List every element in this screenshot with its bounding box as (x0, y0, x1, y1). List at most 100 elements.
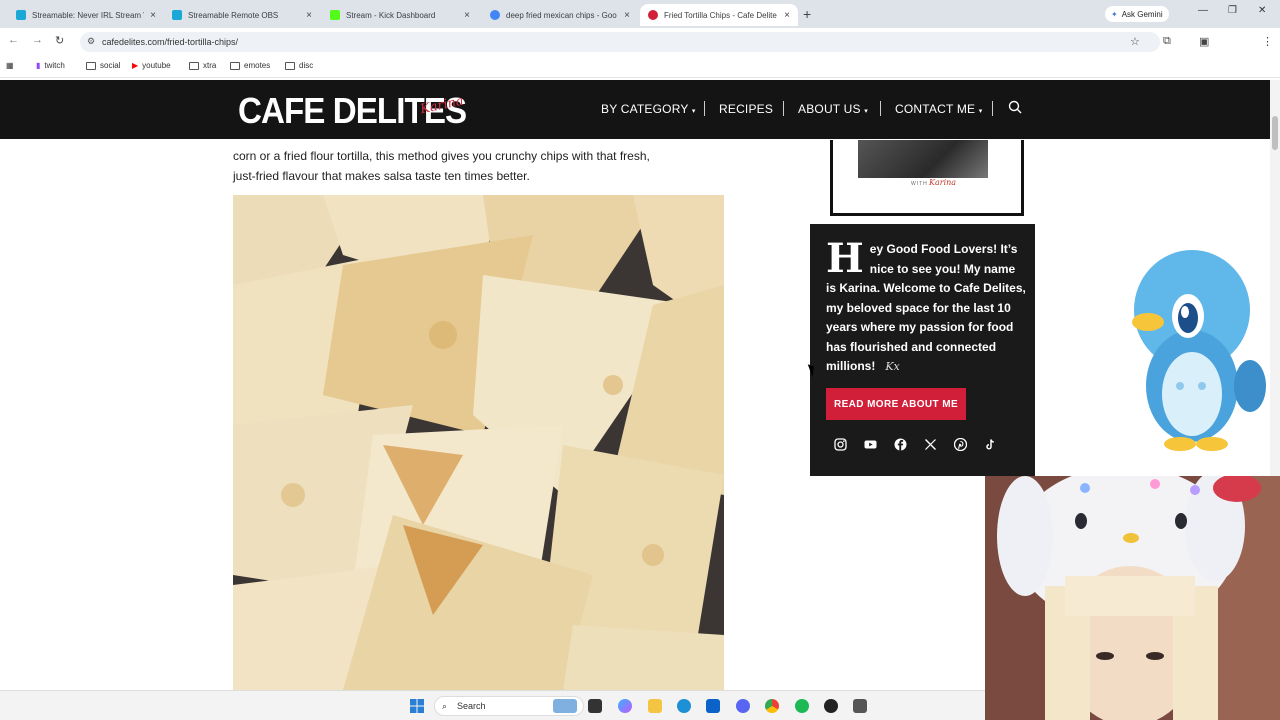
read-more-about-me-button[interactable]: READ MORE ABOUT ME (826, 388, 966, 420)
windows-start-icon[interactable] (410, 699, 424, 713)
chevron-down-icon: ▾ (864, 108, 868, 115)
chrome-icon[interactable] (765, 699, 779, 713)
bookmark-star-icon[interactable]: ☆ (1130, 35, 1140, 48)
search-icon[interactable] (1008, 100, 1022, 114)
nav-label: ABOUT US (798, 102, 861, 116)
instagram-icon[interactable] (834, 438, 847, 451)
nav-divider (783, 101, 784, 116)
chevron-down-icon: ▾ (691, 108, 696, 115)
bookmark-youtube[interactable]: ▶ youtube (132, 61, 171, 70)
address-toolbar: ← → ↻ ⚙ cafedelites.com/fried-tortilla-c… (0, 28, 1280, 76)
reload-icon[interactable]: ↻ (55, 34, 64, 47)
bookmark-social[interactable]: social (86, 61, 120, 70)
discord-icon[interactable] (736, 699, 750, 713)
webcam-overlay (985, 476, 1280, 720)
pinterest-icon[interactable] (954, 438, 967, 451)
close-window-icon[interactable]: ✕ (1258, 5, 1266, 16)
bookmark-label: social (100, 61, 121, 70)
nav-contact-me[interactable]: CONTACT ME ▾ (895, 102, 983, 116)
task-view-icon[interactable] (588, 699, 602, 713)
browser-tab[interactable]: Stream - Kick Dashboard × (322, 4, 478, 26)
ask-gemini-button[interactable]: ✦ Ask Gemini (1105, 6, 1169, 22)
chevron-down-icon: ▾ (978, 108, 983, 115)
tab-title: Streamable Remote OBS (188, 10, 279, 20)
tab-close-icon[interactable]: × (784, 10, 790, 21)
youtube-icon: ▶ (132, 61, 139, 70)
taskbar-search[interactable]: ⌕ Search (434, 696, 584, 716)
folder-icon (230, 61, 240, 70)
side-panel-icon[interactable]: ▣ (1199, 35, 1209, 48)
tab-close-icon[interactable]: × (624, 10, 630, 21)
scrollbar-thumb[interactable] (1272, 116, 1278, 150)
site-info-icon[interactable]: ⚙ (87, 36, 95, 47)
youtube-icon[interactable] (864, 438, 877, 451)
edge-icon[interactable] (677, 699, 691, 713)
sidebar-author-card[interactable]: WITH Karina (830, 140, 1024, 216)
tiktok-icon[interactable] (984, 438, 997, 451)
gemini-sparkle-icon: ✦ (1111, 9, 1118, 19)
menu-dots-icon[interactable]: ⋮ (1262, 35, 1273, 48)
about-signature: Kx (885, 360, 900, 373)
site-header: CAFE DELITES Karina BY CATEGORY ▾ RECIPE… (0, 80, 1270, 139)
bookmark-emotes[interactable]: emotes (230, 61, 270, 70)
bookmark-label: disc (299, 61, 314, 70)
tab-close-icon[interactable]: × (150, 10, 156, 21)
search-highlight-icon (553, 699, 577, 713)
search-icon: ⌕ (442, 701, 448, 711)
spotify-icon[interactable] (795, 699, 809, 713)
taskbar-search-placeholder: Search (457, 701, 486, 711)
maximize-icon[interactable]: ❐ (1228, 5, 1237, 16)
new-tab-button[interactable]: + (803, 6, 811, 22)
bookmark-disc[interactable]: disc (285, 61, 313, 70)
bookmark-twitch[interactable]: ▮ twitch (36, 61, 65, 70)
browser-tab[interactable]: Streamable Remote OBS × (164, 4, 320, 26)
article-body: corn or a fried flour tortilla, this met… (233, 146, 733, 186)
chips-illustration (233, 195, 724, 690)
nav-by-category[interactable]: BY CATEGORY ▾ (601, 102, 696, 116)
twitch-icon: ▮ (36, 61, 41, 70)
author-card-with: WITH (911, 181, 928, 187)
about-dropcap: H (826, 235, 864, 282)
bookmark-label: emotes (244, 61, 271, 70)
extensions-icon[interactable]: ⧉ (1163, 35, 1171, 48)
tab-title: deep fried mexican chips - Goo (506, 10, 617, 20)
tab-title: Fried Tortilla Chips - Cafe Delite (664, 10, 777, 20)
nav-about-us[interactable]: ABOUT US ▾ (798, 102, 868, 116)
facebook-icon[interactable] (894, 438, 907, 451)
back-arrow-icon[interactable]: ← (8, 34, 19, 46)
tab-favicon-icon (330, 10, 340, 20)
fried-tortilla-chips-photo (233, 195, 724, 690)
x-icon[interactable] (924, 438, 937, 451)
nav-recipes[interactable]: RECIPES (719, 102, 773, 116)
browser-tab[interactable]: deep fried mexican chips - Goo × (482, 4, 638, 26)
nav-divider (704, 101, 705, 116)
tab-title: Stream - Kick Dashboard (346, 10, 436, 20)
author-photo (858, 140, 988, 178)
bookmark-label: youtube (142, 61, 171, 70)
tab-favicon-icon (648, 10, 658, 20)
obs-icon[interactable] (824, 699, 838, 713)
tab-close-icon[interactable]: × (306, 10, 312, 21)
tab-close-icon[interactable]: × (464, 10, 470, 21)
nav-label: BY CATEGORY (601, 102, 689, 116)
copilot-icon[interactable] (618, 699, 632, 713)
article-paragraph-line: corn or a fried flour tortilla, this met… (233, 149, 650, 163)
bookmark-xtra[interactable]: xtra (189, 61, 216, 70)
folder-icon (86, 61, 96, 70)
tab-title: Streamable: Never IRL Stream V (32, 10, 145, 20)
forward-arrow-icon[interactable]: → (32, 34, 43, 46)
article-paragraph-line: just-fried flavour that makes salsa tast… (233, 169, 530, 183)
browser-tab-active[interactable]: Fried Tortilla Chips - Cafe Delite × (640, 4, 798, 26)
tab-favicon-icon (16, 10, 26, 20)
pen-tool-icon[interactable] (853, 699, 867, 713)
browser-tab-strip: Streamable: Never IRL Stream V × Streama… (0, 0, 1280, 28)
address-bar[interactable]: ⚙ cafedelites.com/fried-tortilla-chips/ (80, 32, 1160, 52)
store-icon[interactable] (706, 699, 720, 713)
file-explorer-icon[interactable] (648, 699, 662, 713)
bookmark-label: xtra (203, 61, 217, 70)
folder-icon (189, 61, 199, 70)
penguin-mascot-overlay (1132, 250, 1266, 451)
browser-tab[interactable]: Streamable: Never IRL Stream V × (8, 4, 164, 26)
minimize-icon[interactable]: — (1198, 5, 1208, 16)
apps-grid-icon[interactable]: ▦ (6, 61, 14, 70)
